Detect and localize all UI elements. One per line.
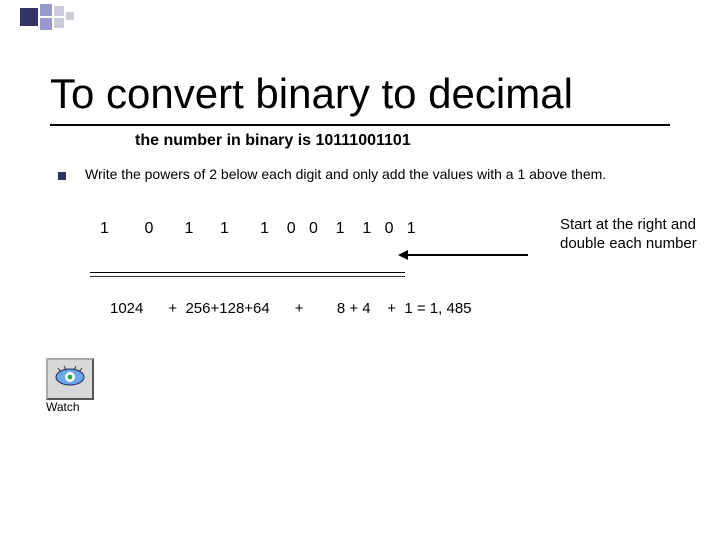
slide-title: To convert binary to decimal <box>50 70 573 118</box>
divider-line-1 <box>90 272 405 273</box>
calculation-row: 1024 + 256+128+64 + 8 + 4 + 1 = 1, 485 <box>110 300 472 317</box>
side-note: Start at the right and double each numbe… <box>560 216 700 254</box>
eye-icon <box>54 364 86 395</box>
bullet-icon <box>58 172 66 180</box>
binary-digits-row: 1 0 1 1 1 0 0 1 1 0 1 <box>100 220 416 238</box>
watch-label: Watch <box>46 400 80 414</box>
title-underline <box>50 124 670 126</box>
watch-button[interactable] <box>46 358 94 400</box>
arrow-line <box>404 254 528 256</box>
divider-line-2 <box>90 276 405 277</box>
bullet-text: Write the powers of 2 below each digit a… <box>85 166 685 182</box>
slide-subtitle: the number in binary is 10111001101 <box>135 132 411 150</box>
left-arrow <box>398 248 528 262</box>
